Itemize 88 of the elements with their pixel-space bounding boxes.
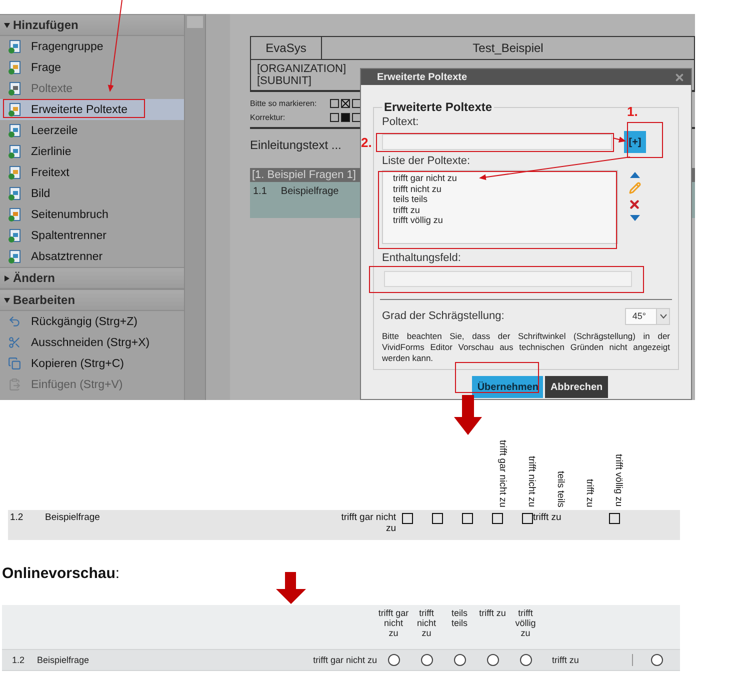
subunit-text: [SUBUNIT] xyxy=(257,75,312,87)
menu-item[interactable]: Zierlinie xyxy=(0,141,184,162)
column-label: trifft völlig zu xyxy=(613,454,624,507)
field-label: Enthaltungsfeld: xyxy=(382,252,461,264)
menu-item[interactable]: Bild xyxy=(0,183,184,204)
menu-item[interactable]: Rückgängig (Strg+Z) xyxy=(0,311,184,332)
highlight-frame xyxy=(627,122,663,158)
radio-button[interactable] xyxy=(420,654,432,666)
chevron-down-icon xyxy=(660,314,666,318)
document-add-icon xyxy=(8,144,21,158)
angle-label: Grad der Schrägstellung: xyxy=(382,310,504,322)
header-cell-text: Test_Beispiel xyxy=(472,40,544,57)
column-label: trifft zu xyxy=(584,478,595,507)
scrollbar[interactable] xyxy=(185,14,206,400)
document-add-icon xyxy=(8,60,21,74)
checkbox[interactable] xyxy=(492,513,503,524)
intro-text: Einleitungstext ... xyxy=(250,138,342,152)
document-add-icon xyxy=(8,124,21,138)
mark-label: Korrektur: xyxy=(250,112,286,122)
column-label: trifft zu xyxy=(478,608,507,618)
header-cell: EvaSys xyxy=(251,37,322,59)
poltext-input[interactable] xyxy=(382,134,612,150)
column-label: trifft nicht zu xyxy=(416,608,437,638)
mark-label: Bitte so markieren: xyxy=(250,98,318,108)
angle-select[interactable]: 45° xyxy=(625,308,670,324)
document-add-icon xyxy=(8,82,21,96)
poltext-list[interactable]: trifft gar nicht zu trifft nicht zu teils teils trifft zu trifft völlig zu xyxy=(382,170,618,244)
radio-button[interactable] xyxy=(486,654,498,666)
menu-item[interactable]: Frage xyxy=(0,57,184,78)
menu-item[interactable]: Fragengruppe xyxy=(0,36,184,57)
scale-label: trifft gar nicht zu xyxy=(312,655,377,665)
menu-item[interactable]: Freitext xyxy=(0,162,184,183)
checkbox[interactable] xyxy=(522,513,533,524)
delete-icon[interactable] xyxy=(628,198,641,211)
note-text: Bitte beachten Sie, dass der Schriftwinkel (Schrägstellung) in der VividForms Editor Vorschau aus technischen Gründen nicht angezeigt werden kann. xyxy=(382,330,670,364)
document-add-icon xyxy=(8,40,21,54)
down-arrow-icon xyxy=(455,395,483,435)
field-label: Liste der Poltexte: xyxy=(382,155,470,167)
field-label: Poltext: xyxy=(382,116,419,128)
scale-label: trifft zu xyxy=(551,655,580,665)
column-label: trifft völlig zu xyxy=(514,608,537,638)
down-arrow-icon xyxy=(276,572,306,604)
close-icon[interactable] xyxy=(674,72,685,82)
menu-item[interactable]: Ausschneiden (Strg+X) xyxy=(0,332,184,353)
document-add-icon xyxy=(8,186,21,200)
menu-item[interactable]: Absatztrenner xyxy=(0,246,184,267)
move-down-icon[interactable] xyxy=(630,215,640,221)
section-heading: Onlinevorschau: xyxy=(2,565,121,582)
column-label: trifft gar nicht zu xyxy=(497,440,508,507)
question-row: 1.2 Beispielfrage trifft gar nicht zu trifft zu xyxy=(8,510,680,540)
move-up-icon[interactable] xyxy=(630,172,640,178)
question-text: Beispielfrage xyxy=(36,655,90,665)
radio-button[interactable] xyxy=(388,654,400,666)
document-add-icon xyxy=(8,166,21,180)
checkbox[interactable] xyxy=(432,513,443,524)
section-header[interactable]: Ändern xyxy=(0,267,184,289)
radio-button[interactable] xyxy=(454,654,466,666)
column-label: trifft nicht zu xyxy=(526,456,537,507)
dialog-title: Erweiterte Poltexte xyxy=(377,72,468,82)
column-label: teils teils xyxy=(450,608,468,628)
radio-button[interactable] xyxy=(651,654,663,666)
column-label: teils teils xyxy=(555,470,566,507)
step-number: 1. xyxy=(627,104,638,119)
add-button[interactable]: [+] xyxy=(624,131,646,153)
section-header[interactable]: Bearbeiten xyxy=(0,289,184,311)
section-header[interactable]: Hinzufügen xyxy=(0,14,184,36)
apply-button[interactable]: Übernehmen xyxy=(472,376,544,398)
checkbox[interactable] xyxy=(609,513,620,524)
menu-item[interactable]: Leerzeile xyxy=(0,120,184,141)
cancel-button[interactable]: Abbrechen xyxy=(545,376,608,398)
menu-item[interactable]: Kopieren (Strg+C) xyxy=(0,353,184,374)
document-add-icon xyxy=(8,208,21,222)
organization-text: [ORGANIZATION] xyxy=(257,63,346,75)
menu-item[interactable]: Spaltentrenner xyxy=(0,225,184,246)
document-add-icon xyxy=(8,250,21,264)
checkbox[interactable] xyxy=(462,513,473,524)
column-label: trifft gar nicht zu xyxy=(377,608,410,638)
menu-item[interactable]: Seitenumbruch xyxy=(0,204,184,225)
abstain-input[interactable] xyxy=(384,271,632,287)
document-add-icon xyxy=(8,102,21,116)
checkbox[interactable] xyxy=(402,513,413,524)
annotation-arrow xyxy=(612,136,626,142)
document-add-icon xyxy=(8,228,21,242)
section-title: Erweiterte Poltexte xyxy=(383,100,494,114)
menu-item[interactable]: Erweiterte Poltexte xyxy=(0,99,184,120)
step-number: 2. xyxy=(361,135,372,150)
question-number: 1.2 xyxy=(11,655,26,665)
radio-button[interactable] xyxy=(520,654,532,666)
